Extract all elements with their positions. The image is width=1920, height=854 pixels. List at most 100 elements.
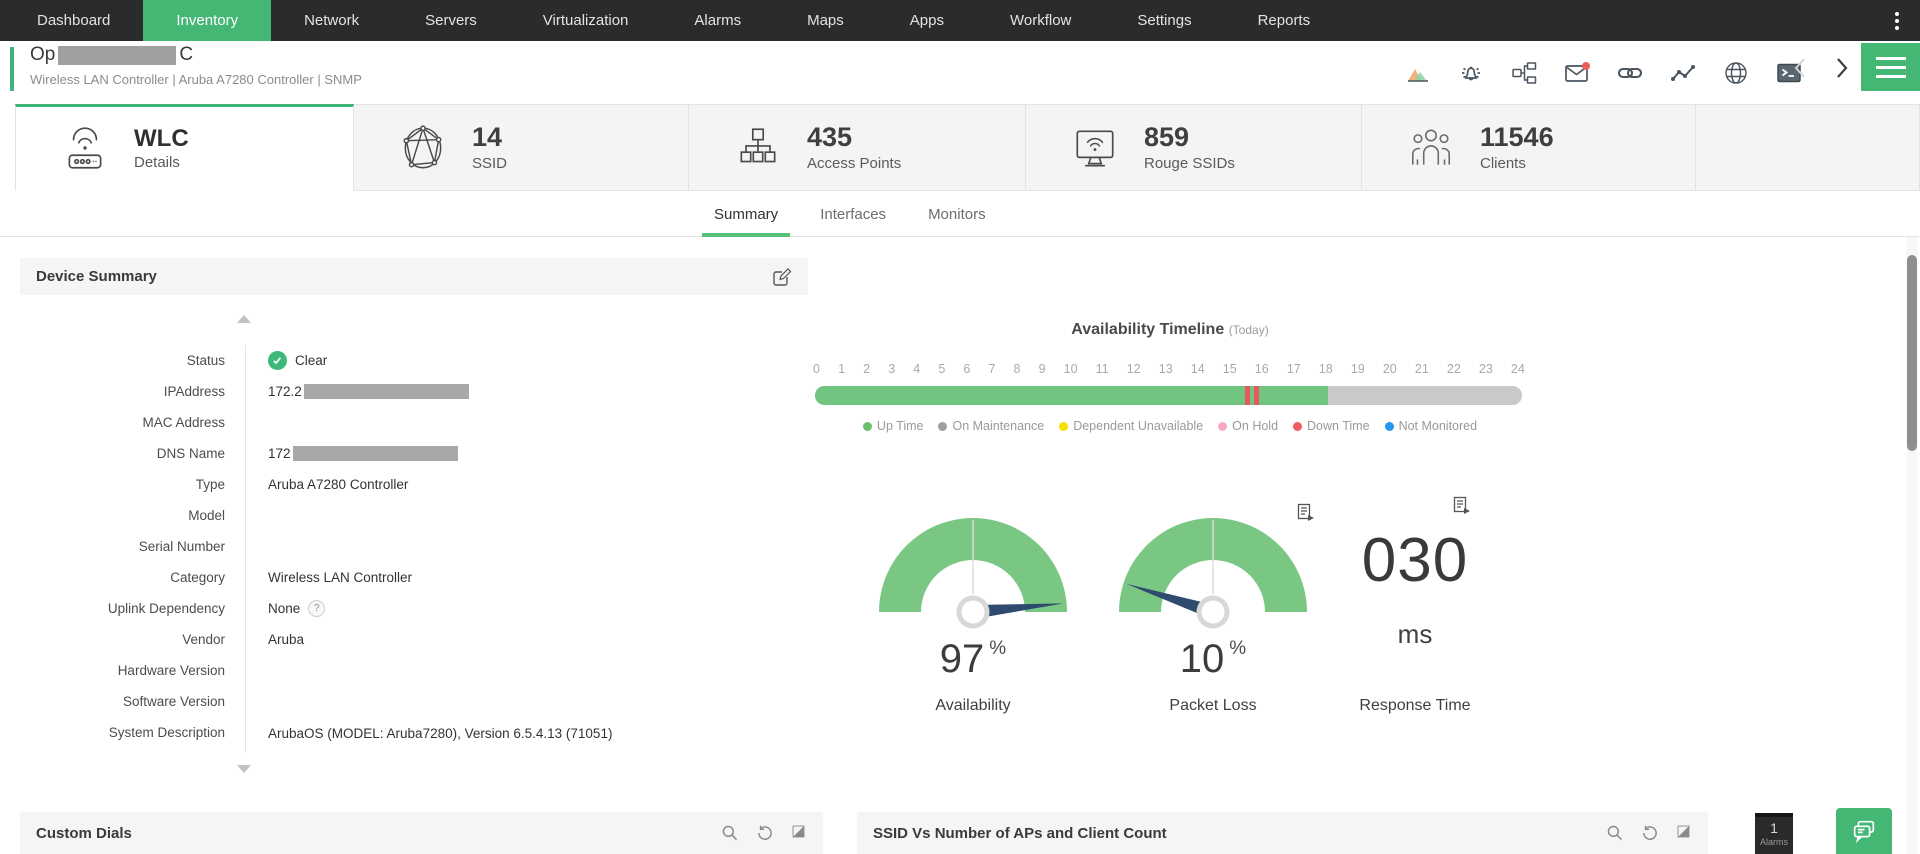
alarm-count-widget[interactable]: 1 Alarms [1755, 813, 1793, 854]
packet-loss-label: Packet Loss [1169, 697, 1257, 714]
device-title: Op C [30, 44, 193, 66]
alarm-count: 1 [1770, 820, 1778, 836]
timeline-segment-remaining [1327, 386, 1522, 405]
traffic-line-icon[interactable] [1670, 60, 1696, 86]
help-icon[interactable]: ? [308, 600, 326, 617]
card-ssid[interactable]: 14 SSID [354, 104, 689, 191]
custom-dials-title: Custom Dials [36, 824, 132, 842]
clients-count: 11546 [1480, 122, 1554, 153]
summary-content: Device Summary Status Clear IPAddress 17… [0, 237, 1920, 796]
chevron-right-icon[interactable] [1828, 55, 1854, 81]
card-wlc-subtitle: Details [134, 153, 180, 171]
expand-icon[interactable] [1676, 824, 1694, 842]
card-wlc-details[interactable]: WLC Details [15, 104, 354, 191]
link-icon[interactable] [1617, 60, 1643, 86]
globe-icon[interactable] [1723, 60, 1749, 86]
fields-scroll-down-icon[interactable] [237, 765, 251, 773]
workflow-icon[interactable] [1511, 60, 1537, 86]
summary-cards: WLC Details 14 SSID 435 Access Points 85… [0, 104, 1920, 191]
status-value: Clear [295, 353, 328, 368]
fields-scroll-up-icon[interactable] [237, 315, 251, 323]
field-row-ipaddress: IPAddress 172.2 [20, 376, 808, 407]
nav-dashboard[interactable]: Dashboard [4, 0, 143, 41]
device-summary-title: Device Summary [36, 268, 157, 285]
field-row-hardware: Hardware Version [117, 663, 225, 678]
device-summary-fields: Status Clear IPAddress 172.2 MAC Address… [20, 345, 808, 753]
tab-monitors[interactable]: Monitors [916, 191, 998, 237]
card-filler [1696, 104, 1920, 191]
tab-summary[interactable]: Summary [702, 191, 791, 237]
rouge-ssids-label: Rouge SSIDs [1144, 154, 1235, 172]
ssid-sphere-icon [403, 124, 442, 169]
availability-timeline-bar[interactable] [815, 386, 1522, 405]
field-row-dns: DNS Name 172 [20, 438, 808, 469]
redaction-box [58, 45, 177, 65]
chat-bubbles-icon [1853, 820, 1875, 844]
nav-inventory[interactable]: Inventory [143, 0, 272, 41]
chevron-left-icon[interactable] [1788, 55, 1814, 81]
availability-timeline-title: Availability Timeline (Today) [1071, 321, 1269, 338]
card-access-points[interactable]: 435 Access Points [689, 104, 1026, 191]
timeline-segment-up [1259, 386, 1328, 405]
access-points-count: 435 [807, 122, 853, 153]
field-row-type: Type Aruba A7280 Controller [195, 477, 409, 492]
dns-value: 172 [268, 446, 291, 461]
nav-apps[interactable]: Apps [877, 0, 977, 41]
view-report-icon[interactable] [1296, 503, 1315, 522]
ip-value: 172.2 [268, 384, 302, 399]
status-accent-bar [10, 47, 14, 91]
field-row-vendor: Vendor Aruba [182, 632, 305, 647]
card-rouge-ssids[interactable]: 859 Rouge SSIDs [1026, 104, 1362, 191]
nav-settings[interactable]: Settings [1104, 0, 1224, 41]
nav-reports[interactable]: Reports [1225, 0, 1344, 41]
nav-workflow[interactable]: Workflow [977, 0, 1104, 41]
edit-icon[interactable] [771, 266, 792, 287]
status-clear-check-icon [268, 351, 287, 370]
performance-chart-icon[interactable] [1405, 60, 1431, 86]
kebab-menu-icon[interactable] [1884, 0, 1910, 41]
refresh-icon[interactable] [756, 824, 774, 842]
access-points-hierarchy-icon [740, 127, 776, 162]
clients-label: Clients [1480, 154, 1526, 172]
tab-interfaces[interactable]: Interfaces [808, 191, 898, 237]
mail-badge [1582, 62, 1590, 70]
card-clients[interactable]: 11546 Clients [1362, 104, 1696, 191]
nav-network[interactable]: Network [271, 0, 392, 41]
field-row-sysdesc: System Description ArubaOS (MODEL: Aruba… [108, 725, 613, 741]
clients-people-icon [1411, 129, 1451, 165]
field-row-category: Category Wireless LAN Controller [170, 570, 413, 585]
ssid-label: SSID [472, 154, 508, 172]
chat-button[interactable] [1836, 808, 1892, 854]
field-row-uplink: Uplink Dependency None ? [20, 593, 808, 624]
response-time-unit: ms [1397, 619, 1433, 649]
wlc-router-icon [68, 126, 102, 169]
availability-value: 97% [939, 637, 1007, 681]
nav-servers[interactable]: Servers [392, 0, 510, 41]
search-icon[interactable] [721, 824, 739, 842]
field-row-serial: Serial Number [138, 539, 225, 554]
packet-loss-value: 10% [1179, 637, 1247, 681]
timeline-hour-scale: 0 1 2 3 4 5 6 7 8 9 10 11 12 13 14 15 16 17 18 19 20 21 22 23 24 [813, 362, 1525, 376]
nav-alarms[interactable]: Alarms [661, 0, 774, 41]
scrollbar-thumb[interactable] [1907, 255, 1917, 451]
nav-maps[interactable]: Maps [774, 0, 877, 41]
ssid-chart-panel-header: SSID Vs Number of APs and Client Count [857, 812, 1708, 854]
ssid-count: 14 [472, 122, 503, 153]
hamburger-menu-icon[interactable] [1861, 43, 1920, 91]
expand-icon[interactable] [791, 824, 809, 842]
rouge-ssids-count: 859 [1144, 122, 1190, 153]
device-summary-header: Device Summary [20, 258, 808, 295]
card-wlc-title: WLC [134, 125, 189, 153]
nav-virtualization[interactable]: Virtualization [510, 0, 662, 41]
field-row-status: Status Clear [186, 351, 328, 370]
timeline-legend: Up Time On Maintenance Dependent Unavail… [800, 419, 1540, 433]
search-icon[interactable] [1606, 824, 1624, 842]
mail-icon[interactable] [1564, 60, 1590, 86]
redaction-box [292, 446, 458, 461]
refresh-icon[interactable] [1641, 824, 1659, 842]
response-time-label: Response Time [1359, 697, 1471, 714]
view-report-icon[interactable] [1452, 496, 1471, 515]
alarm-count-label: Alarms [1759, 837, 1788, 847]
top-nav: Dashboard Inventory Network Servers Virt… [0, 0, 1920, 41]
alarm-bell-icon[interactable] [1458, 60, 1484, 86]
